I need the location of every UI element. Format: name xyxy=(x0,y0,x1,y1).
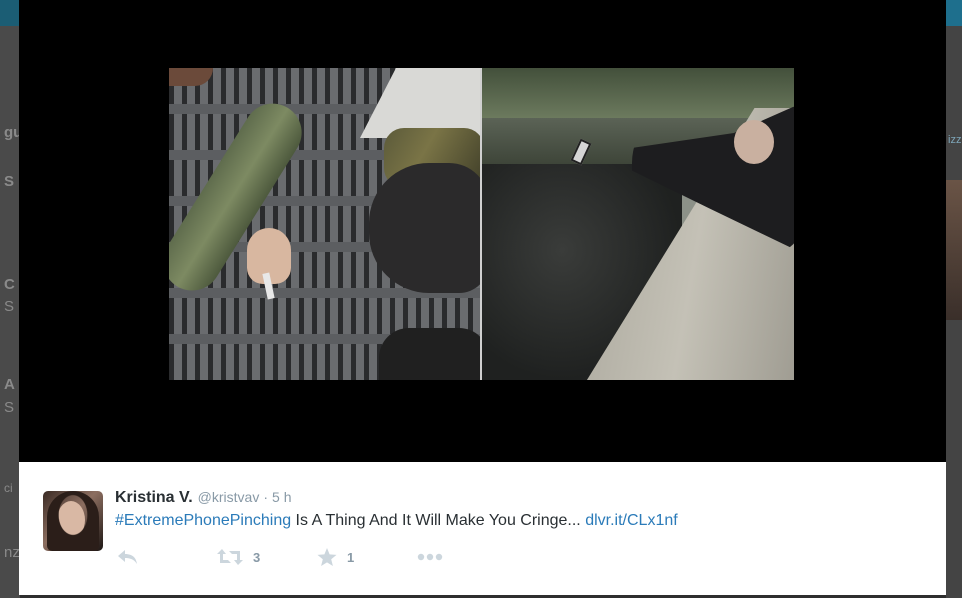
tweet-header: Kristina V. @kristvav · 5 h xyxy=(115,489,291,509)
photo-panel-left xyxy=(169,68,480,380)
reply-button[interactable] xyxy=(117,546,139,568)
background-left-panel: gu S C S A S ci nz xyxy=(0,26,22,598)
background-text-fragment: nz xyxy=(4,544,20,561)
tweet-body-text: Is A Thing And It Will Make You Cringe..… xyxy=(291,512,586,529)
media-modal: Kristina V. @kristvav · 5 h #ExtremePhon… xyxy=(19,0,946,595)
background-text-fragment: ci xyxy=(4,481,13,495)
background-text-fragment: A xyxy=(4,376,15,393)
trees-area xyxy=(482,68,794,118)
retweet-icon xyxy=(217,548,243,566)
background-thumbnail xyxy=(946,180,962,320)
hashtag-link[interactable]: #ExtremePhonePinching xyxy=(115,512,291,529)
tweet-actions: 3 1 xyxy=(115,546,515,568)
retweet-button[interactable]: 3 xyxy=(217,546,260,568)
user-fullname[interactable]: Kristina V. xyxy=(115,489,193,507)
background-text-fragment: C xyxy=(4,276,15,293)
leg-shape xyxy=(369,163,480,293)
background-topbar-corner xyxy=(946,0,962,26)
tweet-card: Kristina V. @kristvav · 5 h #ExtremePhon… xyxy=(19,462,946,595)
reply-icon xyxy=(117,549,139,565)
more-dots-icon xyxy=(417,553,443,561)
background-text-fragment: S xyxy=(4,399,15,416)
background-text-fragment: izz xyxy=(948,134,962,146)
user-handle[interactable]: @kristvav xyxy=(198,489,260,505)
avatar-hair xyxy=(47,491,99,551)
boot-shape xyxy=(379,328,480,380)
background-text-fragment: S xyxy=(4,173,15,190)
star-icon xyxy=(317,547,337,567)
favorite-count: 1 xyxy=(347,549,355,565)
tweet-photo[interactable] xyxy=(169,68,794,380)
url-link[interactable]: dlvr.it/CLx1nf xyxy=(585,512,677,529)
media-stage[interactable] xyxy=(19,0,946,462)
head-shape xyxy=(734,120,774,164)
tweet-text: #ExtremePhonePinching Is A Thing And It … xyxy=(115,510,678,532)
background-text-fragment: S xyxy=(4,298,15,315)
header-separator: · xyxy=(263,489,269,505)
more-button[interactable] xyxy=(417,546,443,568)
avatar[interactable] xyxy=(43,491,103,551)
tweet-timestamp[interactable]: 5 h xyxy=(272,489,291,505)
favorite-button[interactable]: 1 xyxy=(317,546,354,568)
photo-panel-right xyxy=(482,68,794,380)
retweet-count: 3 xyxy=(253,549,261,565)
